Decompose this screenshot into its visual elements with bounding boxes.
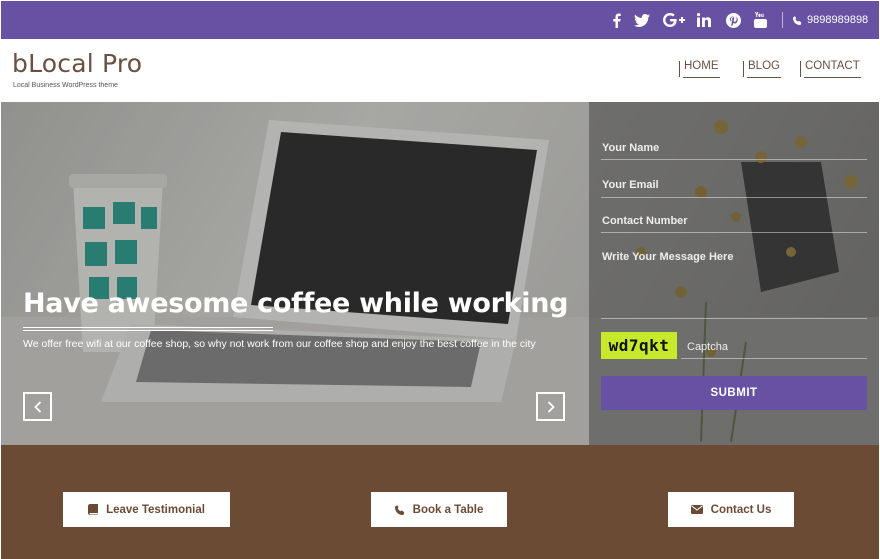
hero-slider: Have awesome coffee while working We off… [1, 102, 879, 445]
phone-icon [793, 15, 802, 25]
slider-prev-button[interactable] [23, 392, 52, 421]
nav-contact[interactable]: CONTACT [800, 60, 861, 78]
message-field-placeholder: Write Your Message Here [602, 251, 734, 263]
nav-blog[interactable]: BLOG [743, 60, 781, 78]
contact-us-button[interactable]: Contact Us [668, 492, 794, 527]
nav-home[interactable]: HOME [679, 60, 720, 78]
envelope-icon [690, 505, 703, 514]
google-plus-icon[interactable] [663, 1, 685, 39]
email-field-placeholder: Your Email [602, 179, 659, 191]
youtube-icon[interactable] [754, 1, 767, 39]
facebook-icon[interactable] [612, 1, 621, 39]
phone-number-text: 9898989898 [807, 14, 869, 26]
cta-section: Leave Testimonial Book a Table Contact U… [1, 445, 879, 559]
captcha-image: wd7qkt [601, 332, 677, 359]
hero-headline: Have awesome coffee while working [23, 288, 569, 319]
twitter-icon[interactable] [634, 1, 650, 39]
top-bar: 9898989898 [1, 1, 879, 39]
contact-us-label: Contact Us [710, 503, 772, 516]
captcha-field-placeholder: Captcha [687, 341, 728, 353]
phone-number[interactable]: 9898989898 [793, 1, 868, 39]
hero-subtext: We offer free wifi at our coffee shop, s… [23, 338, 536, 350]
leave-testimonial-label: Leave Testimonial [106, 503, 205, 516]
name-field-placeholder: Your Name [602, 142, 660, 154]
name-field[interactable]: Your Name [601, 140, 867, 160]
phone-field-placeholder: Contact Number [602, 215, 688, 227]
leave-testimonial-button[interactable]: Leave Testimonial [63, 492, 230, 527]
pinterest-icon[interactable] [726, 1, 741, 39]
nav-home-label: HOME [684, 60, 719, 72]
topbar-divider [782, 12, 783, 28]
chevron-left-icon [33, 400, 41, 413]
site-logo[interactable]: bLocal Pro [12, 49, 142, 78]
email-field[interactable]: Your Email [601, 177, 867, 198]
phone-icon [394, 504, 404, 515]
headline-underline [23, 327, 273, 331]
site-tagline: Local Business WordPress theme [13, 82, 118, 89]
captcha-field[interactable]: Captcha [681, 338, 867, 359]
nav-blog-label: BLOG [748, 60, 780, 72]
nav-contact-label: CONTACT [805, 60, 860, 72]
submit-button[interactable]: SUBMIT [601, 376, 867, 410]
book-table-label: Book a Table [412, 503, 484, 516]
book-icon [88, 504, 99, 515]
phone-field[interactable]: Contact Number [601, 213, 867, 233]
chevron-right-icon [547, 400, 555, 413]
message-field[interactable]: Write Your Message Here [601, 249, 867, 319]
linkedin-icon[interactable] [697, 1, 711, 39]
site-header: bLocal Pro Local Business WordPress them… [1, 39, 879, 102]
book-table-button[interactable]: Book a Table [371, 492, 507, 527]
slider-next-button[interactable] [536, 392, 565, 421]
